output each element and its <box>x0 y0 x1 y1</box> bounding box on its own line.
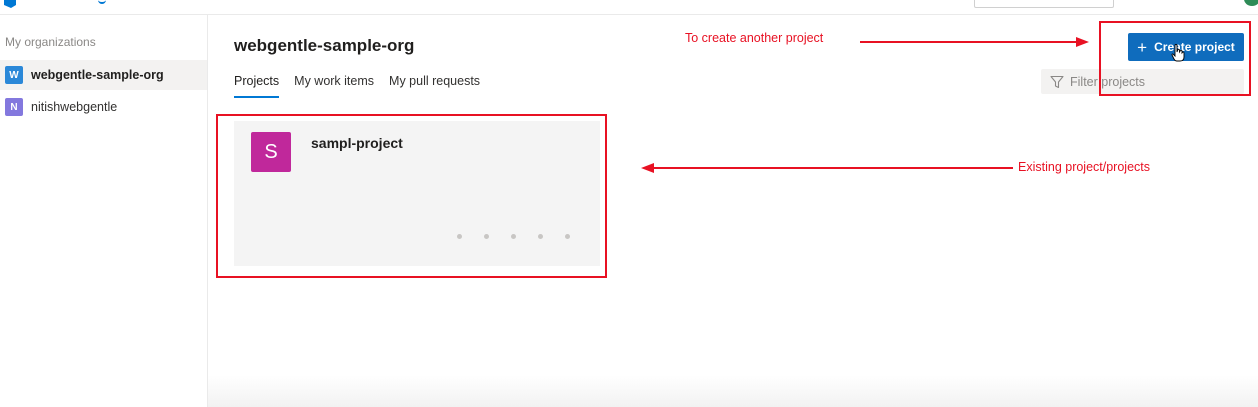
right-arrow-icon <box>860 37 1089 47</box>
bottom-fade <box>208 375 1258 407</box>
annotation-arrows <box>641 37 1089 173</box>
left-arrow-icon <box>641 163 1013 173</box>
